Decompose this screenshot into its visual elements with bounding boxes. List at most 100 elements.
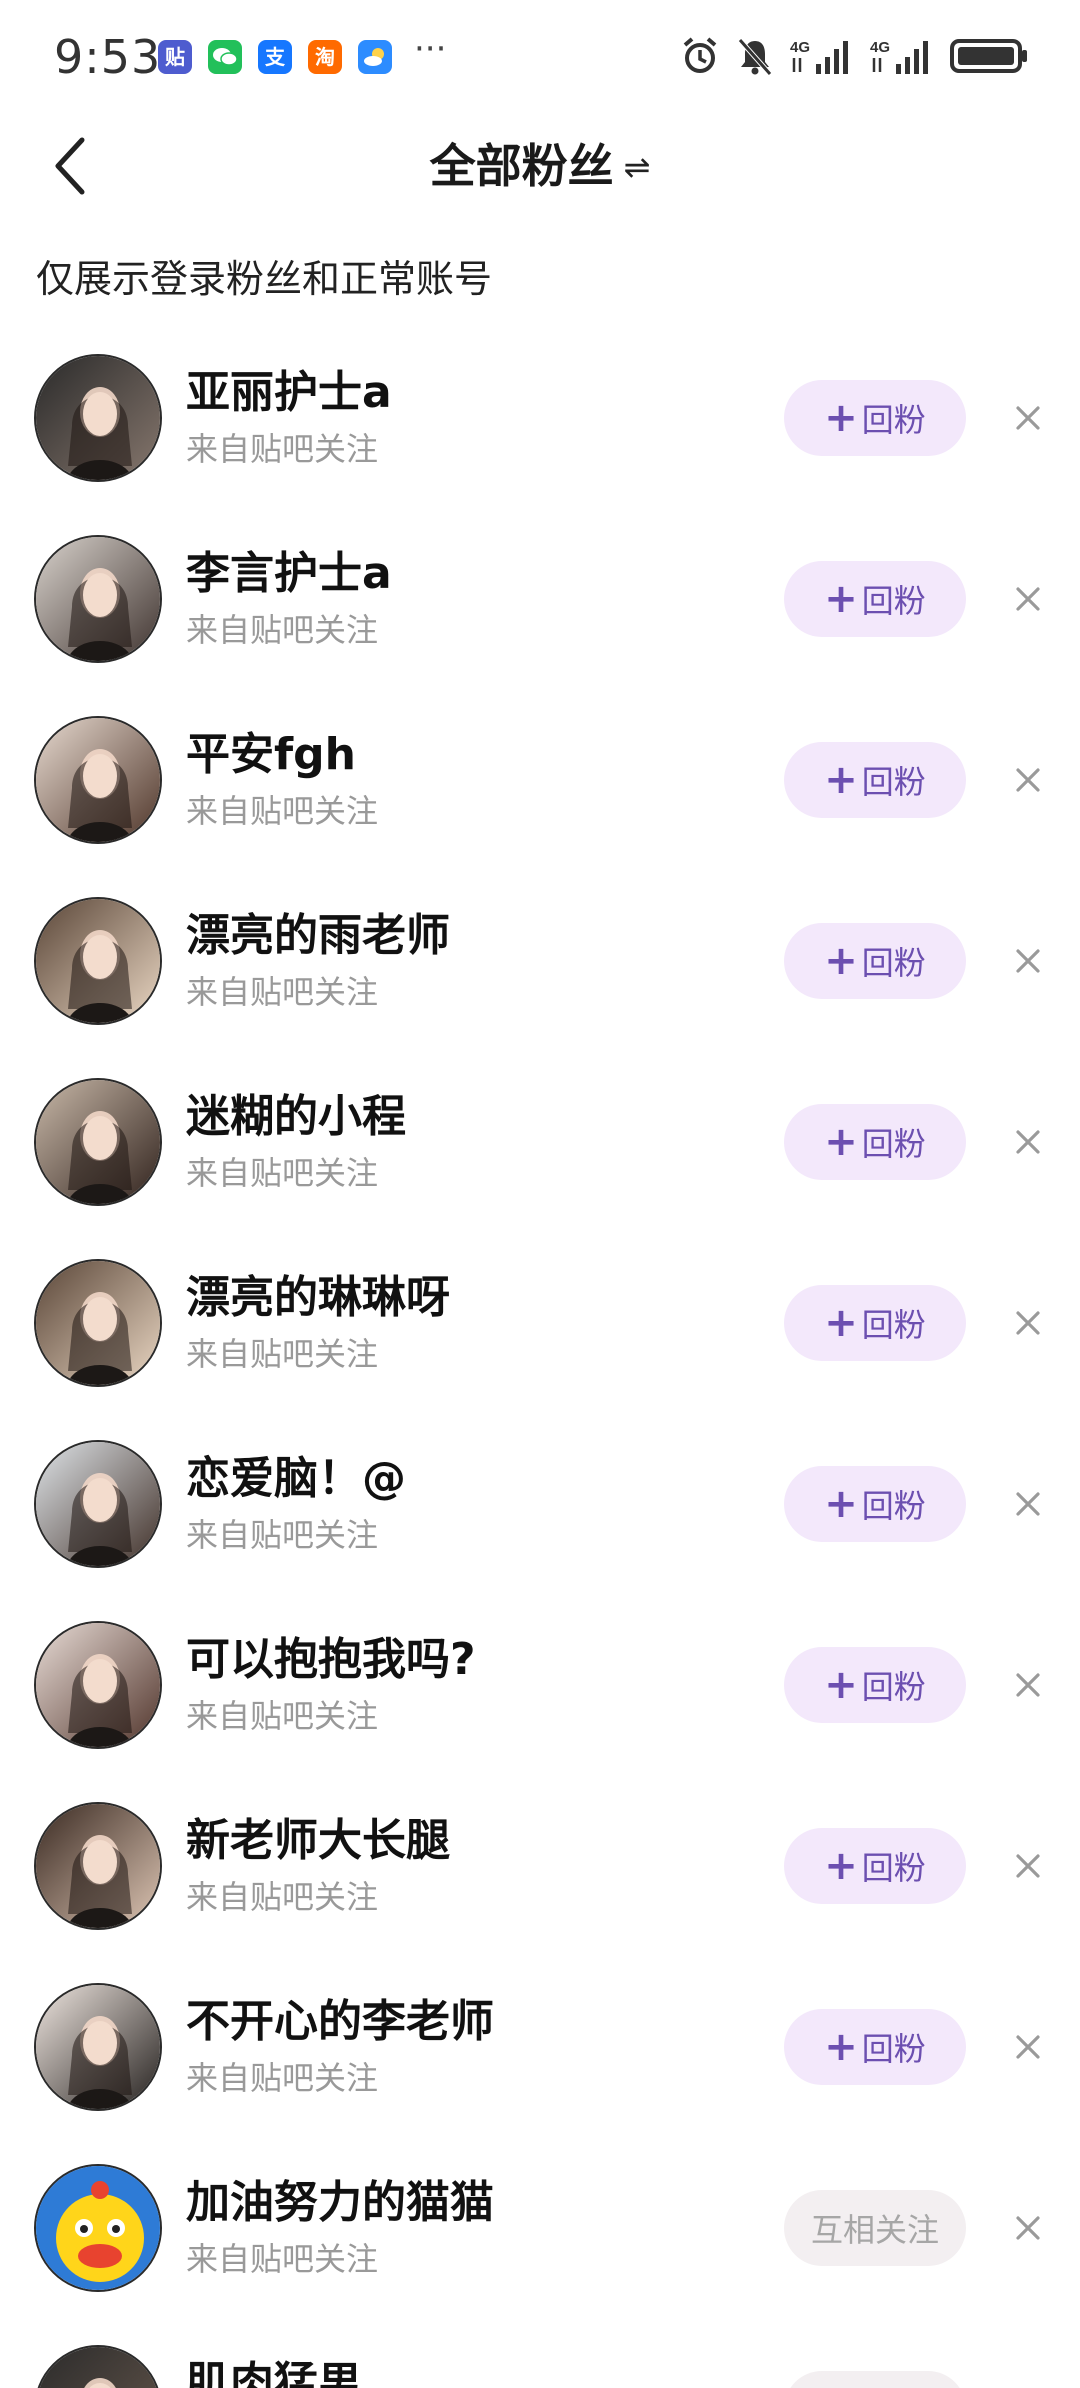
follow-source: 来自贴吧关注 — [186, 430, 379, 468]
svg-text:4G: 4G — [870, 39, 890, 56]
follower-name[interactable]: 亚丽护士a — [186, 356, 392, 420]
follow-back-label: 回粉 — [861, 1487, 926, 1525]
avatar[interactable] — [34, 1078, 162, 1206]
follower-row[interactable]: 平安fgh 来自贴吧关注 + 回粉 — [0, 712, 1080, 862]
mute-bell-icon — [736, 36, 774, 76]
avatar[interactable] — [34, 716, 162, 844]
follower-name[interactable]: 新老师大长腿 — [186, 1804, 450, 1868]
follow-back-label: 回粉 — [861, 582, 926, 620]
follow-back-label: 回粉 — [861, 944, 926, 982]
follow-back-label: 回粉 — [861, 1125, 926, 1163]
follower-row[interactable]: 恋爱脑！@ 来自贴吧关注 + 回粉 — [0, 1436, 1080, 1586]
follow-back-button[interactable]: + 回粉 — [784, 2009, 966, 2085]
plus-icon: + — [824, 1300, 858, 1346]
follower-row[interactable]: 漂亮的雨老师来自贴吧关注 + 回粉 — [0, 893, 1080, 1043]
follower-name[interactable]: 迷糊的小程 — [186, 1080, 406, 1144]
remove-follower-button[interactable] — [1006, 939, 1050, 983]
page-title: 全部粉丝 — [429, 139, 614, 193]
system-icons: 4G 4G — [680, 36, 1028, 76]
avatar[interactable] — [34, 2345, 162, 2388]
follower-name[interactable]: 李言护士a — [186, 537, 392, 601]
follow-back-button[interactable]: + 回粉 — [784, 1285, 966, 1361]
plus-icon: + — [824, 2024, 858, 2070]
remove-follower-button[interactable] — [1006, 1663, 1050, 1707]
wechat-icon — [208, 40, 242, 74]
remove-follower-button[interactable] — [1006, 1120, 1050, 1164]
follow-source: 来自贴吧关注 — [186, 973, 379, 1011]
follower-row[interactable]: 不开心的李老师 来自贴吧关注 + 回粉 — [0, 1979, 1080, 2129]
follower-name[interactable]: 不开心的李老师 — [186, 1985, 494, 2049]
follow-back-button[interactable]: + 回粉 — [784, 380, 966, 456]
follow-source: 来自贴吧关注 — [186, 792, 379, 830]
remove-follower-button[interactable] — [1006, 577, 1050, 621]
plus-icon: + — [824, 1119, 858, 1165]
weather-icon — [358, 40, 392, 74]
follower-name[interactable]: 平安fgh — [186, 718, 356, 782]
close-icon — [1016, 2216, 1040, 2240]
remove-follower-button[interactable] — [1006, 396, 1050, 440]
avatar[interactable] — [34, 1259, 162, 1387]
avatar[interactable] — [34, 1440, 162, 1568]
follow-back-button[interactable]: + 回粉 — [784, 1104, 966, 1180]
close-icon — [1016, 1673, 1040, 1697]
close-icon — [1016, 768, 1040, 792]
follower-row[interactable]: 新老师大长腿来自贴吧关注 + 回粉 — [0, 1798, 1080, 1948]
follower-row[interactable]: 加油努力的猫猫来自贴吧关注 互相关注 — [0, 2160, 1080, 2310]
follower-name[interactable]: 肌肉猛男 — [186, 2347, 362, 2388]
plus-icon: + — [824, 1843, 858, 1889]
tieba-icon: 贴 — [158, 40, 192, 74]
alipay-icon: 支 — [258, 40, 292, 74]
remove-follower-button[interactable] — [1006, 2025, 1050, 2069]
follow-back-button[interactable]: + 回粉 — [784, 1647, 966, 1723]
title-switcher[interactable]: 全部粉丝 ⇌ — [0, 130, 1080, 196]
follow-back-button[interactable]: + 回粉 — [784, 561, 966, 637]
follow-source: 来自贴吧关注 — [186, 1335, 379, 1373]
follower-row[interactable]: 亚丽护士a 来自贴吧关注 + 回粉 — [0, 350, 1080, 500]
follow-source: 来自贴吧关注 — [186, 1697, 379, 1735]
remove-follower-button[interactable] — [1006, 2206, 1050, 2250]
follower-row[interactable]: 迷糊的小程 来自贴吧关注 + 回粉 — [0, 1074, 1080, 1224]
avatar[interactable] — [34, 1621, 162, 1749]
follow-back-button[interactable]: + 回粉 — [784, 742, 966, 818]
remove-follower-button[interactable] — [1006, 758, 1050, 802]
remove-follower-button[interactable] — [1006, 1482, 1050, 1526]
top-nav-bar: 全部粉丝 ⇌ — [0, 110, 1080, 260]
follower-name[interactable]: 可以抱抱我吗? — [186, 1623, 476, 1687]
close-icon — [1016, 406, 1040, 430]
follower-name[interactable]: 漂亮的琳琳呀 — [186, 1261, 450, 1325]
close-icon — [1016, 949, 1040, 973]
mutual-follow-button[interactable]: 互相关注 — [784, 2190, 966, 2266]
plus-icon: + — [824, 1662, 858, 1708]
follow-source: 来自贴吧关注 — [186, 1878, 379, 1916]
follower-row[interactable]: 可以抱抱我吗? 来自贴吧关注 + 回粉 — [0, 1617, 1080, 1767]
avatar[interactable] — [34, 535, 162, 663]
more-notifications-icon: ··· — [414, 29, 447, 69]
alarm-icon — [680, 36, 720, 76]
mutual-follow-button[interactable]: 互相关注 — [784, 2371, 966, 2388]
follower-name[interactable]: 漂亮的雨老师 — [186, 899, 450, 963]
remove-follower-button[interactable] — [1006, 1844, 1050, 1888]
avatar[interactable] — [34, 897, 162, 1025]
follow-back-button[interactable]: + 回粉 — [784, 1828, 966, 1904]
signal-4g-icon-1: 4G — [790, 36, 854, 76]
follow-source: 来自贴吧关注 — [186, 1516, 379, 1554]
avatar[interactable] — [34, 2164, 162, 2292]
close-icon — [1016, 1311, 1040, 1335]
plus-icon: + — [824, 938, 858, 984]
follower-name[interactable]: 恋爱脑！@ — [186, 1442, 406, 1506]
follower-row[interactable]: 漂亮的琳琳呀来自贴吧关注 + 回粉 — [0, 1255, 1080, 1405]
follower-row[interactable]: 肌肉猛男来自贴吧关注互相关注 — [0, 2341, 1080, 2388]
follower-row[interactable]: 李言护士a 来自贴吧关注 + 回粉 — [0, 531, 1080, 681]
notification-icons: 贴 支 淘 ··· — [158, 32, 446, 74]
follow-back-button[interactable]: + 回粉 — [784, 923, 966, 999]
follow-back-button[interactable]: + 回粉 — [784, 1466, 966, 1542]
remove-follower-button[interactable] — [1006, 1301, 1050, 1345]
plus-icon: + — [824, 395, 858, 441]
avatar[interactable] — [34, 1983, 162, 2111]
avatar[interactable] — [34, 1802, 162, 1930]
follow-source: 来自贴吧关注 — [186, 2240, 379, 2278]
battery-icon — [950, 36, 1028, 76]
follower-name[interactable]: 加油努力的猫猫 — [186, 2166, 494, 2230]
follow-back-label: 回粉 — [861, 401, 926, 439]
avatar[interactable] — [34, 354, 162, 482]
